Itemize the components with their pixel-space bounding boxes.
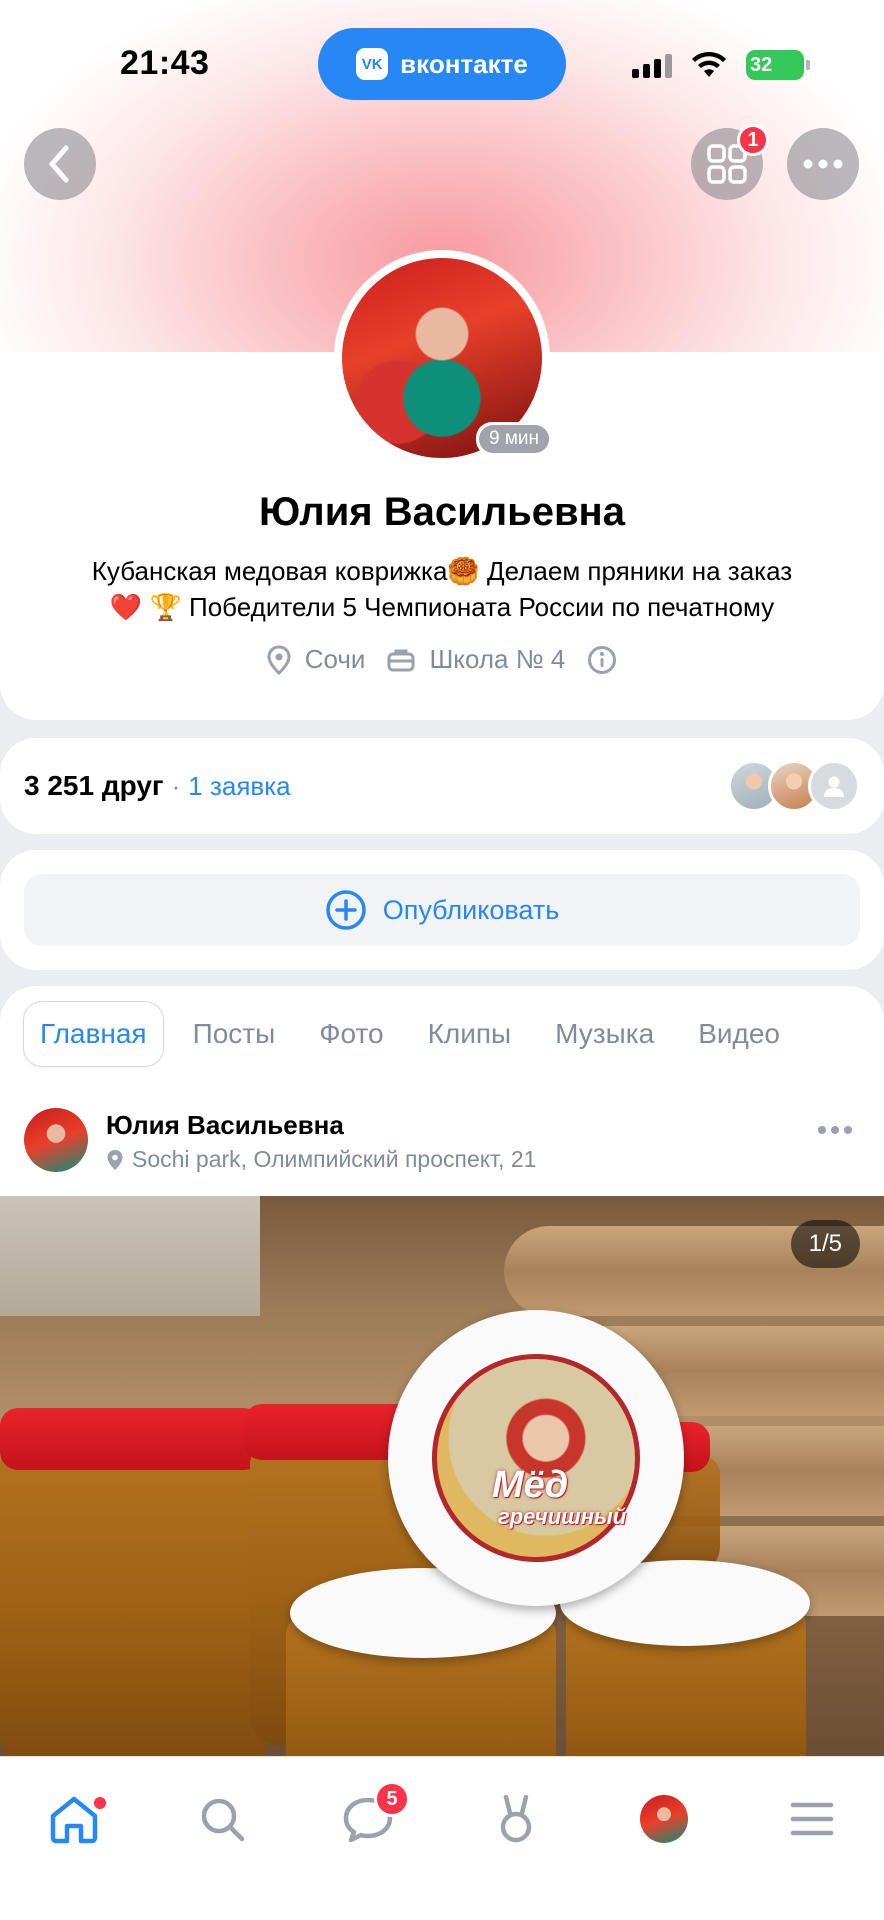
services-button[interactable]: 1 <box>691 124 769 200</box>
clips-icon <box>500 1794 532 1843</box>
bottom-nav: 5 <box>0 1756 884 1920</box>
vk-app-pill-label: вконтакте <box>400 48 528 79</box>
post-more-button[interactable] <box>818 1126 852 1134</box>
jar-label <box>432 1354 640 1562</box>
photo-bg-shelf <box>0 1196 260 1316</box>
tab-music[interactable]: Музыка <box>533 1002 676 1066</box>
nav-messages[interactable]: 5 <box>336 1781 410 1851</box>
profile-status-line-2: ❤️ 🏆 Победители 5 Чемпионата России по п… <box>109 592 775 622</box>
photo-counter: 1/5 <box>790 1220 860 1268</box>
more-horizontal-icon <box>803 159 843 169</box>
tab-clips[interactable]: Клипы <box>406 1002 534 1066</box>
publish-card: Опубликовать <box>0 850 884 970</box>
nav-profile-avatar <box>640 1795 688 1843</box>
post-header: Юлия Васильевна Sochi park, Олимпийский … <box>24 1106 860 1172</box>
vk-app-pill[interactable]: VK вконтакте <box>318 28 566 100</box>
friend-requests-link[interactable]: 1 заявка <box>188 771 290 802</box>
friends-count: 3 251 друг <box>24 770 164 801</box>
profile-city-label: Сочи <box>304 644 366 674</box>
publish-button[interactable]: Опубликовать <box>24 874 860 946</box>
home-notification-dot <box>94 1797 106 1809</box>
vk-logo-icon: VK <box>356 48 389 80</box>
online-time-badge: 9 мин <box>476 422 553 456</box>
friend-avatar-placeholder <box>808 760 860 812</box>
cellular-signal-icon <box>632 52 672 78</box>
profile-city[interactable]: Сочи <box>267 644 366 675</box>
back-button[interactable] <box>24 128 96 200</box>
nav-profile[interactable] <box>632 1787 696 1851</box>
profile-info-row: Сочи Школа № 4 <box>0 644 884 675</box>
dot <box>844 1126 852 1134</box>
publish-label: Опубликовать <box>382 894 560 925</box>
post-location[interactable]: Sochi park, Олимпийский проспект, 21 <box>106 1146 536 1173</box>
plus-circle-icon <box>325 890 366 930</box>
home-icon <box>50 1796 98 1844</box>
location-pin-icon <box>267 644 291 675</box>
tab-posts[interactable]: Посты <box>171 1002 298 1066</box>
friends-separator: · <box>171 770 181 801</box>
location-pin-icon <box>107 1149 123 1170</box>
tab-main[interactable]: Главная <box>24 1002 163 1066</box>
battery-level: 32 <box>750 53 773 76</box>
battery-icon: 32 <box>746 50 810 80</box>
nav-search[interactable] <box>190 1787 254 1851</box>
tab-photos[interactable]: Фото <box>297 1002 405 1066</box>
post-location-label: Sochi park, Олимпийский проспект, 21 <box>132 1146 537 1172</box>
nav-clips[interactable] <box>484 1787 548 1851</box>
dot <box>818 1126 826 1134</box>
nav-menu[interactable] <box>780 1787 844 1851</box>
info-icon[interactable] <box>587 645 617 675</box>
profile-school-label: Школа № 4 <box>429 644 566 674</box>
status-icons: 32 <box>632 50 810 80</box>
user-placeholder-icon <box>824 776 844 797</box>
jar-label-subtitle: гречишный <box>498 1504 627 1529</box>
briefcase-icon <box>387 649 415 671</box>
messages-badge: 5 <box>374 1781 410 1817</box>
friend-avatars <box>728 760 860 812</box>
nav-home[interactable] <box>42 1787 106 1851</box>
post-author-name[interactable]: Юлия Васильевна <box>106 1110 344 1141</box>
more-options-button[interactable] <box>787 128 859 200</box>
profile-status-line-1: Кубанская медовая коврижка🥮 Делаем пряни… <box>91 556 793 586</box>
friends-card[interactable]: 3 251 друг · 1 заявка <box>0 738 884 834</box>
search-icon <box>201 1798 245 1842</box>
post-author-avatar[interactable] <box>24 1108 88 1172</box>
chevron-left-icon <box>49 145 69 183</box>
tab-video[interactable]: Видео <box>676 1002 802 1066</box>
dot <box>831 1126 839 1134</box>
jar-lid <box>0 1408 262 1470</box>
status-time: 21:43 <box>120 44 210 82</box>
wifi-icon <box>692 51 726 77</box>
honey-jar <box>0 1446 270 1756</box>
profile-tabs: Главная Посты Фото Клипы Музыка Видео <box>24 1002 802 1066</box>
jar-label-title: Мёд <box>492 1464 569 1506</box>
profile-school[interactable]: Школа № 4 <box>387 644 565 675</box>
menu-icon <box>790 1802 834 1836</box>
profile-name: Юлия Васильевна <box>259 490 625 534</box>
online-time-label: 9 мин <box>479 425 550 453</box>
post-photo[interactable]: Мёд гречишный 1/5 <box>0 1196 884 1756</box>
apps-badge: 1 <box>737 124 769 156</box>
